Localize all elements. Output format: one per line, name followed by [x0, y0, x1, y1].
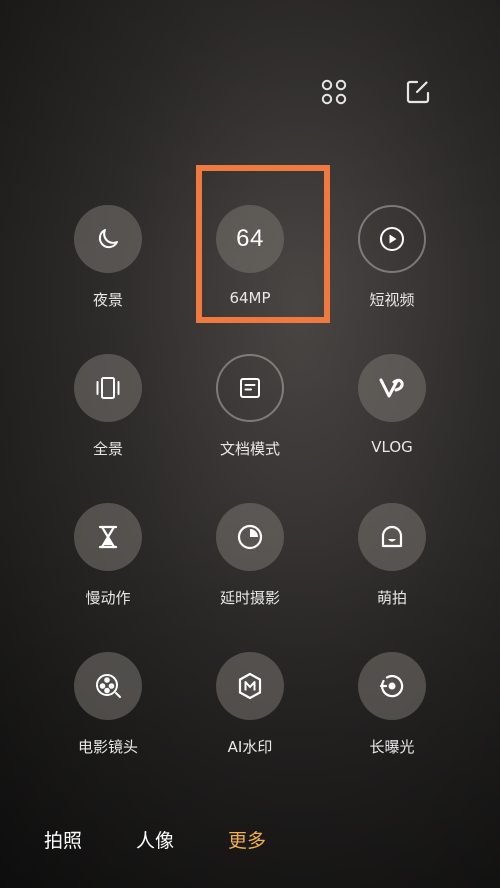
timelapse-icon	[236, 523, 264, 551]
mode-label: 慢动作	[85, 589, 131, 607]
mode-label: 文档模式	[219, 440, 280, 458]
mode-document-button[interactable]	[216, 354, 284, 422]
panorama-icon	[94, 375, 122, 401]
cute-face-icon	[379, 524, 405, 550]
mode-long-exposure[interactable]: 长曝光	[327, 652, 457, 757]
mode-label: 全景	[92, 440, 123, 458]
long-exposure-icon	[378, 672, 406, 700]
mode-film[interactable]: 电影镜头	[43, 652, 173, 757]
grid-button[interactable]	[312, 70, 356, 114]
edit-icon	[405, 79, 431, 105]
mode-long-exposure-button[interactable]	[358, 652, 426, 720]
moon-icon	[95, 226, 121, 252]
mode-film-button[interactable]	[74, 652, 142, 720]
mode-ai-watermark-button[interactable]	[216, 652, 284, 720]
mode-slow-motion[interactable]: 慢动作	[43, 503, 173, 608]
mode-panorama-button[interactable]	[74, 354, 142, 422]
play-icon	[378, 225, 406, 253]
mode-night-button[interactable]	[74, 205, 142, 273]
mode-label: 夜景	[92, 291, 123, 309]
vlog-icon	[378, 376, 406, 400]
mode-short-video[interactable]: 短视频	[327, 205, 457, 310]
hourglass-icon	[96, 524, 120, 550]
grid-icon	[321, 79, 347, 105]
top-toolbar	[312, 70, 440, 114]
edit-button[interactable]	[396, 70, 440, 114]
mode-vlog-button[interactable]	[358, 354, 426, 422]
tab-more[interactable]: 更多	[228, 826, 266, 853]
mode-timelapse[interactable]: 延时摄影	[185, 503, 315, 608]
mode-label: 电影镜头	[77, 738, 138, 756]
mode-slow-motion-button[interactable]	[74, 503, 142, 571]
film-reel-icon	[94, 672, 122, 700]
tab-portrait[interactable]: 人像	[136, 826, 174, 853]
camera-mode-tabs: 拍照 人像 更多	[44, 826, 266, 853]
mode-label: 萌拍	[376, 589, 407, 607]
mode-night[interactable]: 夜景	[43, 205, 173, 310]
mode-label: AI水印	[227, 738, 273, 756]
mode-vlog[interactable]: VLOG	[327, 354, 457, 456]
mode-label: VLOG	[371, 438, 413, 456]
watermark-icon	[237, 672, 263, 700]
document-icon	[238, 376, 262, 400]
mode-panorama[interactable]: 全景	[43, 354, 173, 459]
mode-label: 长曝光	[369, 738, 415, 756]
mode-short-video-button[interactable]	[358, 205, 426, 273]
tab-photo[interactable]: 拍照	[44, 826, 82, 853]
mode-ai-watermark[interactable]: AI水印	[185, 652, 315, 757]
mode-label: 延时摄影	[219, 589, 280, 607]
highlight-box	[196, 165, 330, 323]
mode-cute-button[interactable]	[358, 503, 426, 571]
mode-cute[interactable]: 萌拍	[327, 503, 457, 608]
mode-timelapse-button[interactable]	[216, 503, 284, 571]
mode-document[interactable]: 文档模式	[185, 354, 315, 459]
mode-label: 短视频	[369, 291, 415, 309]
